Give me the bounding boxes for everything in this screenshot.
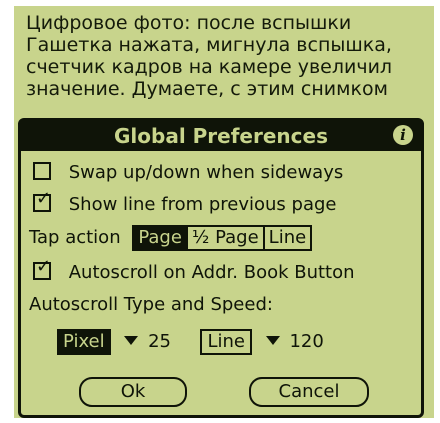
show-line-checkbox[interactable]: ✓ — [33, 190, 51, 212]
ok-button[interactable]: Ok — [79, 377, 187, 407]
swap-checkbox[interactable] — [33, 162, 51, 180]
tap-action-row: Tap action Page ½ Page Line — [29, 225, 313, 251]
background-text: Цифровое фото: после вспышки Гашетка наж… — [26, 12, 393, 100]
global-preferences-dialog: Global Preferences i Swap up/down when s… — [18, 118, 424, 418]
tap-action-label: Tap action — [29, 227, 121, 248]
speed1-value[interactable]: 25 — [148, 331, 171, 352]
tap-option-line[interactable]: Line — [265, 227, 311, 249]
check-mark-icon: ✓ — [36, 188, 52, 209]
autoscroll-label: Autoscroll on Addr. Book Button — [68, 262, 355, 283]
cancel-button[interactable]: Cancel — [249, 377, 369, 407]
tap-option-page[interactable]: Page — [134, 227, 188, 249]
autoscroll-settings-row: Pixel 25 Line 120 — [57, 329, 324, 355]
speed2-value[interactable]: 120 — [289, 331, 323, 352]
autoscroll-type-label: Autoscroll Type and Speed: — [29, 294, 273, 315]
swap-label: Swap up/down when sideways — [68, 162, 344, 183]
dialog-title: Global Preferences — [114, 124, 328, 148]
speed1-dropdown-arrow-icon[interactable] — [124, 336, 139, 345]
info-icon[interactable]: i — [393, 125, 413, 145]
autoscroll-option-row[interactable]: ✓ Autoscroll on Addr. Book Button — [33, 258, 355, 285]
autoscroll-checkbox[interactable]: ✓ — [33, 258, 51, 280]
check-mark-icon: ✓ — [36, 256, 52, 277]
show-line-option-row[interactable]: ✓ Show line from previous page — [33, 190, 337, 217]
type1-trigger[interactable]: Pixel — [57, 329, 111, 355]
palm-screen: Цифровое фото: после вспышки Гашетка наж… — [14, 6, 434, 418]
speed2-dropdown-arrow-icon[interactable] — [265, 336, 280, 345]
tap-action-selector: Page ½ Page Line — [132, 225, 313, 251]
type2-trigger[interactable]: Line — [200, 329, 252, 355]
tap-option-half-page[interactable]: ½ Page — [188, 227, 265, 249]
swap-option-row[interactable]: Swap up/down when sideways — [33, 161, 343, 185]
dialog-title-bar: Global Preferences i — [21, 121, 421, 151]
show-line-label: Show line from previous page — [68, 194, 337, 215]
